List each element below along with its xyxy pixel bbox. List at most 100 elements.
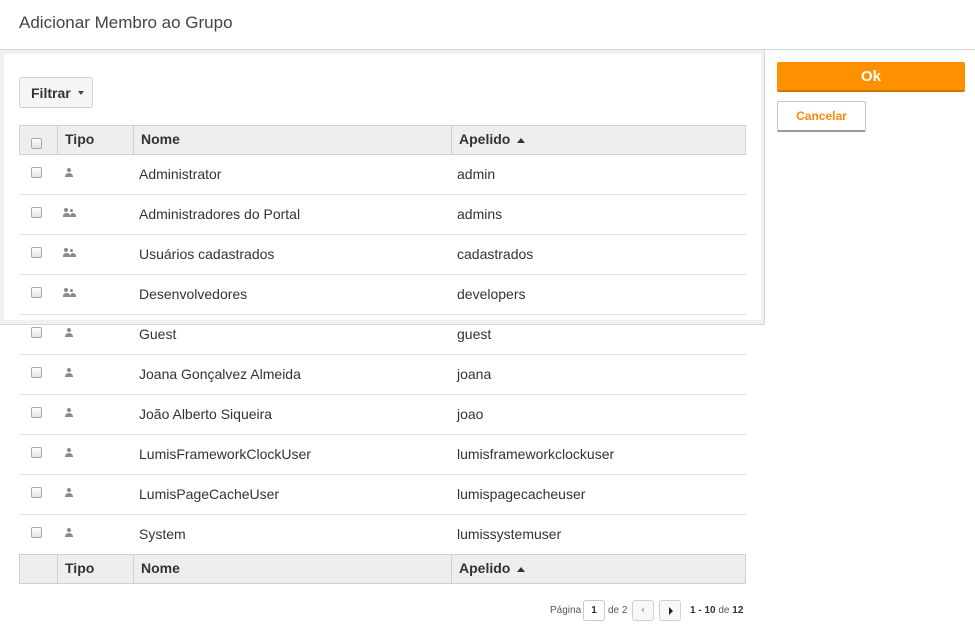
row-type-cell — [56, 195, 132, 234]
row-checkbox[interactable] — [31, 287, 42, 298]
grid-body: Administrator admin Administradores do Por… — [19, 155, 746, 555]
row-select-cell — [19, 155, 56, 194]
sort-ascending-icon — [517, 137, 526, 143]
column-alias[interactable]: Apelido — [451, 126, 745, 154]
user-icon — [64, 368, 74, 378]
row-select-cell — [19, 235, 56, 274]
user-icon — [64, 528, 74, 538]
row-name: Administrator — [139, 166, 222, 182]
table-row[interactable]: LumisFrameworkClockUser lumisframeworkclo… — [19, 435, 746, 475]
table-row[interactable]: Joana Gonçalvez Almeida joana — [19, 355, 746, 395]
row-select-cell — [19, 515, 56, 554]
column-alias-footer[interactable]: Apelido — [451, 555, 745, 583]
row-name: Guest — [139, 326, 177, 342]
row-type-cell — [56, 155, 132, 194]
table-row[interactable]: LumisPageCacheUser lumispagecacheuser — [19, 475, 746, 515]
caret-down-icon — [77, 90, 84, 95]
row-alias: joana — [457, 366, 492, 382]
range-end: 10 — [704, 605, 716, 616]
next-page-button[interactable] — [659, 600, 681, 621]
dialog-header: Adicionar Membro ao Grupo — [0, 0, 975, 50]
row-name: Desenvolvedores — [139, 286, 248, 302]
user-icon — [64, 408, 74, 418]
table-row[interactable]: System lumissystemuser — [19, 515, 746, 555]
row-select-cell — [19, 475, 56, 514]
group-icon — [63, 248, 77, 258]
row-alias: admin — [457, 166, 496, 182]
row-alias: lumissystemuser — [457, 526, 562, 542]
group-icon — [63, 288, 77, 298]
row-type-cell — [56, 315, 132, 354]
sort-ascending-icon — [517, 566, 526, 572]
user-icon — [64, 168, 74, 178]
row-name: System — [139, 526, 186, 542]
previous-page-button[interactable] — [632, 600, 654, 621]
table-row[interactable]: Usuários cadastrados cadastrados — [19, 235, 746, 275]
row-type-cell — [56, 435, 132, 474]
row-name: LumisFrameworkClockUser — [139, 446, 311, 462]
user-icon — [64, 488, 74, 498]
column-name[interactable]: Nome — [133, 126, 451, 154]
row-type-cell — [56, 275, 132, 314]
range-total: 12 — [732, 605, 744, 616]
row-select-cell — [19, 355, 56, 394]
row-alias: developers — [457, 286, 526, 302]
pager-range: 1 - 10 de 12 — [690, 605, 743, 616]
row-select-cell — [19, 395, 56, 434]
table-row[interactable]: João Alberto Siqueira joao — [19, 395, 746, 435]
row-checkbox[interactable] — [31, 167, 42, 178]
row-name: Joana Gonçalvez Almeida — [139, 366, 301, 382]
row-alias: joao — [457, 406, 484, 422]
group-icon — [63, 208, 77, 218]
row-alias: lumispagecacheuser — [457, 486, 586, 502]
row-checkbox[interactable] — [31, 407, 42, 418]
table-row[interactable]: Administradores do Portal admins — [19, 195, 746, 235]
user-icon — [64, 328, 74, 338]
cancel-button[interactable]: Cancelar — [777, 101, 866, 132]
filter-button[interactable]: Filtrar — [19, 77, 93, 108]
row-name: Administradores do Portal — [139, 206, 301, 222]
row-type-cell — [56, 395, 132, 434]
row-type-cell — [56, 475, 132, 514]
dialog-title: Adicionar Membro ao Grupo — [19, 13, 233, 32]
row-alias: admins — [457, 206, 503, 222]
row-checkbox[interactable] — [31, 207, 42, 218]
select-all-checkbox[interactable] — [31, 138, 42, 149]
row-checkbox[interactable] — [31, 367, 42, 378]
row-name: Usuários cadastrados — [139, 246, 275, 262]
row-checkbox[interactable] — [31, 327, 42, 338]
row-select-cell — [19, 315, 56, 354]
row-select-cell — [19, 435, 56, 474]
row-select-cell — [19, 275, 56, 314]
row-name: João Alberto Siqueira — [139, 406, 273, 422]
page-number-input[interactable]: 1 — [583, 600, 605, 621]
user-icon — [64, 448, 74, 458]
pager-total-pages: de 2 — [608, 605, 628, 616]
column-alias-footer-label: Apelido — [459, 560, 511, 576]
chevron-right-icon — [669, 607, 673, 615]
row-type-cell — [56, 235, 132, 274]
grid-footer: Tipo Nome Apelido — [19, 554, 746, 584]
filter-button-label: Filtrar — [31, 84, 71, 101]
row-type-cell — [56, 355, 132, 394]
column-type[interactable]: Tipo — [57, 126, 133, 154]
grid-header: Tipo Nome Apelido — [19, 125, 746, 155]
ok-button[interactable]: Ok — [777, 62, 965, 92]
column-type-footer[interactable]: Tipo — [57, 555, 133, 583]
pager-label: Página — [550, 605, 582, 616]
table-row[interactable]: Administrator admin — [19, 155, 746, 195]
row-alias: cadastrados — [457, 246, 534, 262]
row-name: LumisPageCacheUser — [139, 486, 280, 502]
row-checkbox[interactable] — [31, 527, 42, 538]
column-name-footer[interactable]: Nome — [133, 555, 451, 583]
row-alias: guest — [457, 326, 492, 342]
table-row[interactable]: Guest guest — [19, 315, 746, 355]
column-alias-label: Apelido — [459, 131, 511, 147]
row-checkbox[interactable] — [31, 447, 42, 458]
chevron-left-icon — [641, 607, 644, 613]
row-checkbox[interactable] — [31, 487, 42, 498]
row-type-cell — [56, 515, 132, 554]
table-row[interactable]: Desenvolvedores developers — [19, 275, 746, 315]
row-checkbox[interactable] — [31, 247, 42, 258]
row-select-cell — [19, 195, 56, 234]
